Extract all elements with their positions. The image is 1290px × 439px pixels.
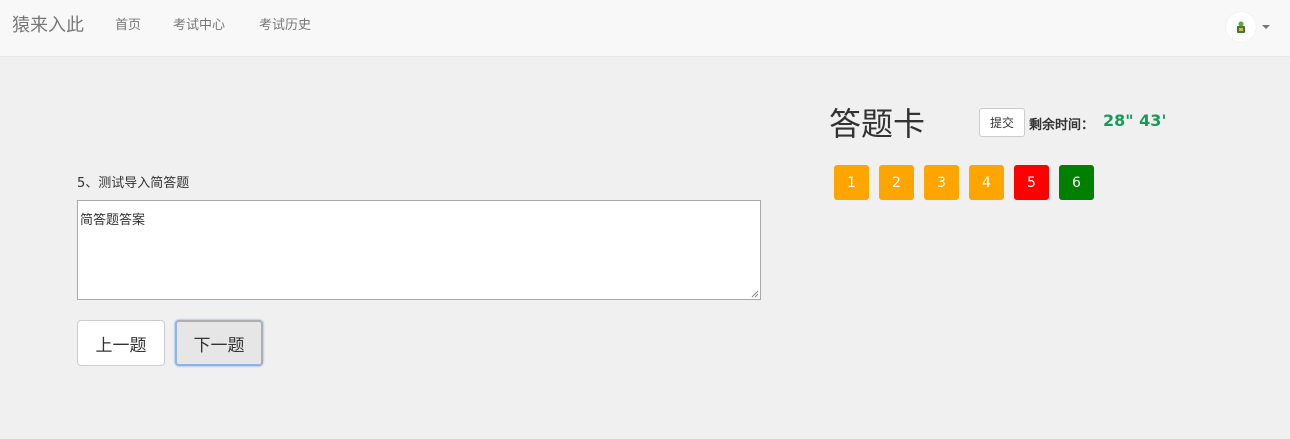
question-cell-1[interactable]: 1 xyxy=(834,165,869,200)
chevron-down-icon[interactable] xyxy=(1262,25,1270,29)
nav-link-home[interactable]: 首页 xyxy=(115,14,141,33)
answer-card-title: 答题卡 xyxy=(829,105,926,143)
nav-link-exam-center[interactable]: 考试中心 xyxy=(173,14,225,33)
submit-button[interactable]: 提交 xyxy=(979,108,1025,137)
prev-question-button[interactable]: 上一题 xyxy=(77,320,165,366)
next-question-button[interactable]: 下一题 xyxy=(175,320,263,366)
question-cell-6[interactable]: 6 xyxy=(1059,165,1094,200)
question-cell-3[interactable]: 3 xyxy=(924,165,959,200)
question-cell-4[interactable]: 4 xyxy=(969,165,1004,200)
user-avatar-icon xyxy=(1237,21,1245,33)
remaining-time-label: 剩余时间： xyxy=(1029,118,1095,133)
nav-link-exam-history[interactable]: 考试历史 xyxy=(259,14,311,33)
question-cell-5[interactable]: 5 xyxy=(1014,165,1049,200)
remaining-time-value: 28" 43' xyxy=(1103,111,1167,130)
user-menu[interactable] xyxy=(1226,12,1272,42)
top-navbar: 猿来入此 首页 考试中心 考试历史 xyxy=(0,0,1290,57)
brand-logo[interactable]: 猿来入此 xyxy=(12,11,84,37)
question-text: 5、测试导入简答题 xyxy=(77,176,190,191)
avatar[interactable] xyxy=(1226,12,1256,42)
question-cell-2[interactable]: 2 xyxy=(879,165,914,200)
answer-textarea[interactable]: 简答题答案 xyxy=(77,200,761,300)
